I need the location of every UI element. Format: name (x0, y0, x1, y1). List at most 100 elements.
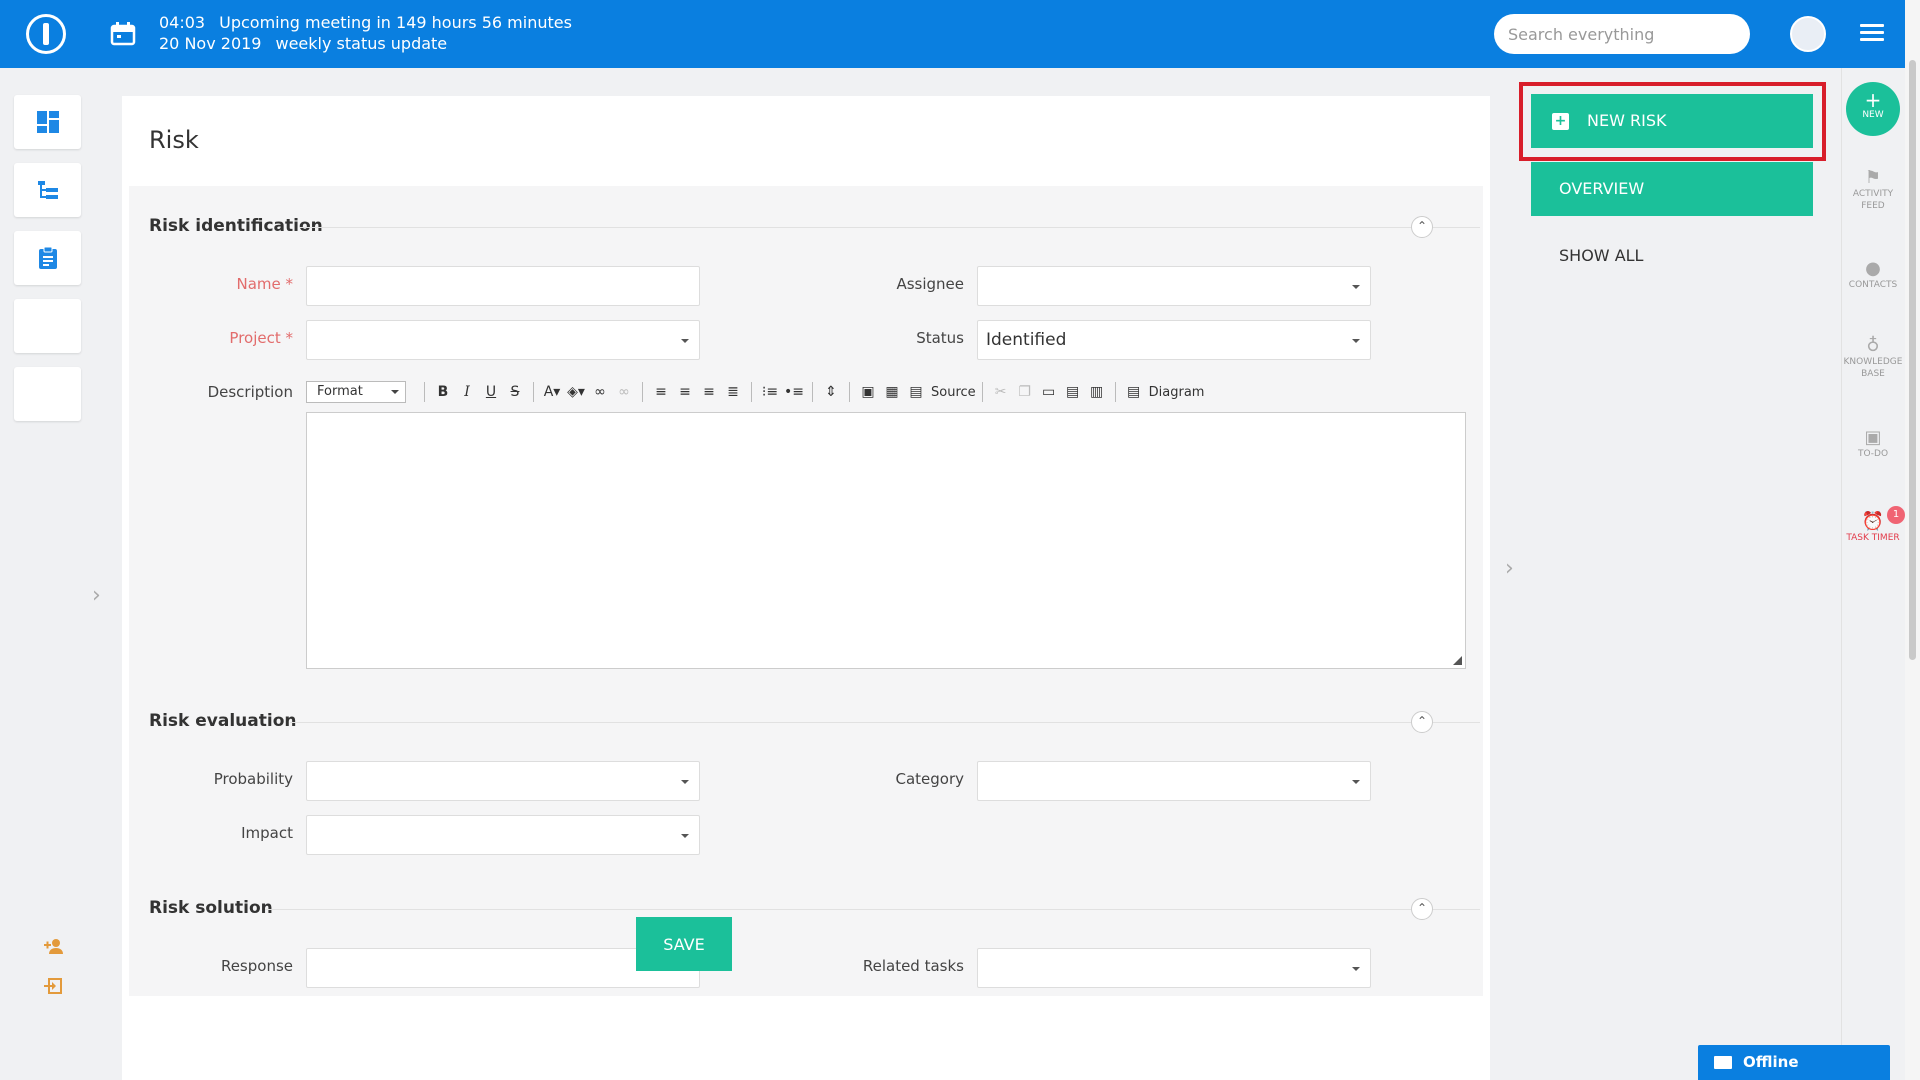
collapse-section-button[interactable]: ⌃ (1411, 898, 1433, 920)
todo-label: TO-DO (1857, 449, 1889, 459)
name-input[interactable] (306, 266, 700, 306)
italic-icon[interactable]: I (456, 384, 478, 400)
category-select[interactable] (977, 761, 1371, 801)
knowledge-base-label: KNOWLEDGE BASE (1843, 357, 1903, 379)
todo-button[interactable]: ▣ TO-DO (1841, 427, 1905, 460)
response-label: Response (220, 957, 293, 975)
tree-structure-icon (37, 181, 58, 199)
name-label: Name * (236, 275, 293, 293)
upcoming-meeting[interactable]: 04:03 Upcoming meeting in 149 hours 56 mi… (159, 12, 586, 54)
risk-form-card: Risk Risk identification ⌃ Name * Assign… (122, 96, 1490, 1080)
chat-offline-button[interactable]: Offline (1698, 1045, 1890, 1080)
dashboard-icon (36, 111, 59, 133)
project-select[interactable] (306, 320, 700, 360)
diagram-icon[interactable]: ▤ (1123, 384, 1145, 400)
text-color-icon[interactable]: A▾ (541, 384, 563, 400)
status-select[interactable]: Identified (977, 320, 1371, 360)
probability-select[interactable] (306, 761, 700, 801)
status-label: Status (916, 329, 964, 347)
assignee-label: Assignee (896, 275, 964, 293)
section-divider (290, 722, 1480, 723)
unlink-icon[interactable]: ∞ (613, 384, 635, 400)
activity-feed-label: ACTIVITY FEED (1852, 189, 1894, 211)
app-logo-icon[interactable] (26, 14, 66, 54)
project-label: Project * (229, 329, 293, 347)
section-risk-solution: Risk solution (149, 898, 273, 918)
paste-text-icon[interactable]: ▤ (1062, 384, 1084, 400)
bullet-list-icon[interactable]: •≡ (783, 384, 805, 400)
activity-feed-button[interactable]: ⚑ ACTIVITY FEED (1841, 169, 1905, 212)
collapse-section-button[interactable]: ⌃ (1411, 216, 1433, 238)
plus-icon: + (1552, 113, 1569, 130)
new-button[interactable]: + NEW (1846, 82, 1900, 136)
new-label: NEW (1862, 110, 1884, 120)
show-all-link[interactable]: SHOW ALL (1559, 246, 1643, 265)
bold-icon[interactable]: B (432, 384, 454, 400)
meeting-time: 04:03 (159, 13, 206, 32)
align-right-icon[interactable]: ≡ (698, 384, 720, 400)
link-icon[interactable]: ∞ (589, 384, 611, 400)
align-justify-icon[interactable]: ≣ (722, 384, 744, 400)
related-tasks-select[interactable] (977, 948, 1371, 988)
related-tasks-label: Related tasks (862, 957, 964, 975)
mail-icon (1714, 1056, 1732, 1069)
assignee-select[interactable] (977, 266, 1371, 306)
contacts-label: CONTACTS (1848, 280, 1898, 290)
image-icon[interactable]: ▣ (857, 384, 879, 400)
empty-tile[interactable] (14, 367, 81, 421)
impact-label: Impact (241, 824, 293, 842)
paste-icon[interactable]: ▭ (1038, 384, 1060, 400)
scrollbar-thumb[interactable] (1909, 60, 1916, 660)
person-icon: ● (1865, 258, 1881, 279)
align-left-icon[interactable]: ≡ (650, 384, 672, 400)
meeting-date: 20 Nov 2019 (159, 34, 262, 53)
clipboard-tile[interactable] (14, 231, 81, 285)
source-icon[interactable]: ▤ (905, 384, 927, 400)
probability-label: Probability (213, 770, 293, 788)
clipboard-check-icon: ▣ (1864, 427, 1882, 448)
chevron-right-icon[interactable]: › (1505, 556, 1514, 581)
dashboard-tile[interactable] (14, 95, 81, 149)
cut-icon[interactable]: ✂ (990, 384, 1012, 400)
source-button[interactable]: Source (931, 385, 976, 400)
new-risk-button[interactable]: + NEW RISK (1531, 94, 1813, 148)
table-icon[interactable]: ▦ (881, 384, 903, 400)
plus-icon: + (1864, 88, 1882, 112)
description-label: Description (207, 383, 293, 401)
save-button[interactable]: SAVE (636, 917, 732, 971)
strikethrough-icon[interactable]: S (504, 384, 526, 400)
empty-tile[interactable] (14, 299, 81, 353)
description-editor[interactable] (306, 412, 1466, 669)
section-risk-identification: Risk identification (149, 216, 323, 236)
new-risk-label: NEW RISK (1587, 111, 1667, 130)
avatar[interactable] (1790, 16, 1826, 52)
task-timer-badge: 1 (1887, 506, 1905, 524)
section-divider (265, 909, 1480, 910)
paste-word-icon[interactable]: ▥ (1086, 384, 1108, 400)
logout-icon[interactable] (44, 978, 62, 999)
format-dropdown[interactable]: Format (306, 381, 406, 403)
diagram-button[interactable]: Diagram (1149, 385, 1205, 400)
horizontal-line-icon[interactable]: ⇕ (820, 384, 842, 400)
scrollbar[interactable] (1905, 0, 1920, 1080)
impact-select[interactable] (306, 815, 700, 855)
collapse-section-button[interactable]: ⌃ (1411, 711, 1433, 733)
calendar-icon[interactable] (110, 22, 136, 46)
tree-tile[interactable] (14, 163, 81, 217)
contacts-button[interactable]: ● CONTACTS (1841, 258, 1905, 291)
meeting-countdown: Upcoming meeting in 149 hours 56 minutes (219, 13, 572, 32)
align-center-icon[interactable]: ≡ (674, 384, 696, 400)
search-input[interactable] (1494, 14, 1750, 54)
numbered-list-icon[interactable]: ⁝≡ (759, 384, 781, 400)
lightbulb-icon: ♁ (1866, 335, 1880, 356)
clipboard-icon (38, 246, 57, 269)
background-color-icon[interactable]: ◈▾ (565, 384, 587, 400)
overview-button[interactable]: OVERVIEW (1531, 162, 1813, 216)
hamburger-menu-icon[interactable] (1860, 24, 1884, 42)
knowledge-base-button[interactable]: ♁ KNOWLEDGE BASE (1841, 335, 1905, 380)
underline-icon[interactable]: U (480, 384, 502, 400)
status-value: Identified (986, 330, 1067, 350)
chevron-right-icon[interactable]: › (92, 583, 101, 608)
add-user-icon[interactable] (44, 938, 64, 959)
copy-icon[interactable]: ❐ (1014, 384, 1036, 400)
